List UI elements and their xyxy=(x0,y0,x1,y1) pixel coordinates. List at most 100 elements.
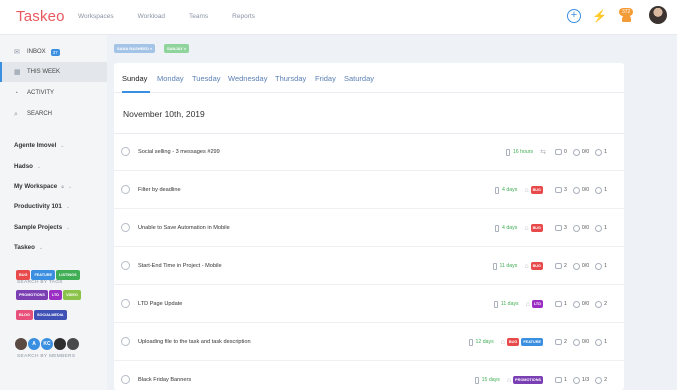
due-label: 16 hours xyxy=(512,149,534,155)
project-agente-imovel[interactable]: Agente Imovel ⌄ xyxy=(14,142,65,149)
task-tag[interactable]: PROMOTIONS xyxy=(513,376,543,384)
subtasks-count[interactable]: 1/3 xyxy=(572,376,589,384)
members-count[interactable]: 1 xyxy=(595,224,607,232)
filter-chip-sanjay[interactable]: SANJAY × xyxy=(164,44,190,53)
comments-count[interactable]: 0 xyxy=(555,149,567,155)
task-title[interactable]: LTD Page Update xyxy=(138,301,182,307)
lightning-icon[interactable]: ⚡ xyxy=(592,9,607,23)
notifications-button[interactable]: 372 xyxy=(619,8,634,23)
task-row[interactable]: Uploading file to the task and task desc… xyxy=(114,324,624,361)
task-checkbox[interactable] xyxy=(121,223,130,232)
nav-workload[interactable]: Workload xyxy=(138,13,165,20)
tab-saturday[interactable]: Saturday xyxy=(344,74,374,83)
task-title[interactable]: Start-End Time in Project - Mobile xyxy=(138,263,222,269)
project-label: Agente Imovel xyxy=(14,142,57,149)
tab-wednesday[interactable]: Wednesday xyxy=(228,74,267,83)
tag-filter-bug[interactable]: BUG xyxy=(16,270,31,280)
sidebar-item-inbox[interactable]: ✉ INBOX 37 xyxy=(0,42,107,62)
tab-thursday[interactable]: Thursday xyxy=(275,74,306,83)
member-avatar[interactable] xyxy=(67,338,79,350)
task-tag[interactable]: LTD xyxy=(531,300,543,308)
subtasks-count[interactable]: 0/0 xyxy=(572,224,589,232)
project-label: Hadso xyxy=(14,163,33,170)
task-tag[interactable]: BUG xyxy=(530,224,543,232)
task-title[interactable]: Uploading file to the task and task desc… xyxy=(138,339,251,345)
tag-filter-promotions[interactable]: PROMOTIONS xyxy=(16,290,48,300)
tag-filter-listings[interactable]: LISTINGS xyxy=(56,270,80,280)
comments-count[interactable]: 2 xyxy=(555,263,567,269)
task-tag[interactable]: BUG xyxy=(530,262,543,270)
subtasks-count[interactable]: 0/0 xyxy=(572,148,589,156)
task-title[interactable]: Social selling - 3 messages #299 xyxy=(138,149,220,155)
members-count[interactable]: 1 xyxy=(595,148,607,156)
user-avatar[interactable] xyxy=(649,6,667,24)
task-row[interactable]: Unable to Save Automation in Mobile 4 day… xyxy=(114,210,624,247)
subtasks-count[interactable]: 0/0 xyxy=(572,338,589,346)
subtasks-count[interactable]: 0/0 xyxy=(572,300,589,308)
task-tag[interactable]: BUG xyxy=(506,338,520,346)
task-checkbox[interactable] xyxy=(121,375,130,384)
link-icon[interactable]: ⇆ xyxy=(540,148,546,156)
project-my-workspace[interactable]: My Workspace 🔒︎ ⌄ xyxy=(14,183,72,190)
tab-sunday[interactable]: Sunday xyxy=(122,74,147,83)
tag-filter-ltd[interactable]: LTD xyxy=(48,290,63,300)
task-row[interactable]: LTD Page Update 11 days ⌂ LTD 1 0/0 2 xyxy=(114,286,624,323)
tab-tuesday[interactable]: Tuesday xyxy=(192,74,221,83)
task-row[interactable]: Start-End Time in Project - Mobile 11 day… xyxy=(114,248,624,285)
task-checkbox[interactable] xyxy=(121,147,130,156)
sidebar-item-activity[interactable]: ◔ ACTIVITY xyxy=(0,83,107,103)
sidebar-item-this-week[interactable]: ▦ THIS WEEK xyxy=(0,62,107,82)
add-icon[interactable]: + xyxy=(567,9,581,23)
comments-count[interactable]: 1 xyxy=(555,301,567,307)
project-productivity-101[interactable]: Productivity 101 ⌄ xyxy=(14,203,70,210)
user-icon xyxy=(595,262,603,270)
members-count[interactable]: 2 xyxy=(595,376,607,384)
member-avatar[interactable]: A xyxy=(28,338,40,350)
member-avatar[interactable] xyxy=(54,338,66,350)
members-count[interactable]: 2 xyxy=(595,300,607,308)
nav-reports[interactable]: Reports xyxy=(232,13,255,20)
filter-chip-sana-rasheed[interactable]: SANA RASHEED × xyxy=(114,44,156,53)
app-logo[interactable]: Taskeo xyxy=(16,8,65,25)
check-circle-icon xyxy=(572,300,580,308)
task-title[interactable]: Unable to Save Automation in Mobile xyxy=(138,225,230,231)
tag-filter-video[interactable]: VIDEO xyxy=(63,290,81,300)
comments-count[interactable]: 2 xyxy=(555,339,567,345)
members-count[interactable]: 1 xyxy=(595,262,607,270)
project-hadso[interactable]: Hadso ⌄ xyxy=(14,163,41,170)
tab-monday[interactable]: Monday xyxy=(157,74,184,83)
tag-filter-blog[interactable]: BLOG xyxy=(16,310,33,320)
tag-filter-socialmedia[interactable]: SOCIALMEDIA xyxy=(33,310,67,320)
task-title[interactable]: Black Friday Banners xyxy=(138,377,191,383)
task-row[interactable]: Black Friday Banners 15 days ⌂ PROMOTIONS 1 1… xyxy=(114,362,624,390)
task-checkbox[interactable] xyxy=(121,261,130,270)
comments-count[interactable]: 3 xyxy=(555,225,567,231)
task-checkbox[interactable] xyxy=(121,299,130,308)
comments-count[interactable]: 3 xyxy=(555,187,567,193)
members-count[interactable]: 1 xyxy=(595,186,607,194)
task-title[interactable]: Filter by deadline xyxy=(138,187,181,193)
subtasks-count[interactable]: 0/0 xyxy=(572,262,589,270)
date-heading: November 10th, 2019 xyxy=(123,109,205,119)
nav-teams[interactable]: Teams xyxy=(189,13,208,20)
tag-filter-feature[interactable]: FEATURE xyxy=(31,270,56,280)
task-checkbox[interactable] xyxy=(121,185,130,194)
task-row[interactable]: Filter by deadline 4 days ⌂ BUG 3 0/0 1 xyxy=(114,172,624,209)
check-circle-icon xyxy=(572,186,580,194)
sidebar-item-search[interactable]: ⌕ SEARCH xyxy=(0,104,107,124)
subtasks-count[interactable]: 0/0 xyxy=(572,186,589,194)
member-avatar[interactable]: KC xyxy=(41,338,53,350)
comments-label: 3 xyxy=(564,225,567,231)
comments-count[interactable]: 1 xyxy=(555,377,567,383)
nav-workspaces[interactable]: Workspaces xyxy=(78,13,114,20)
task-tag[interactable]: FEATURE xyxy=(521,338,543,346)
tab-friday[interactable]: Friday xyxy=(315,74,336,83)
project-taskeo[interactable]: Taskeo ⌄ xyxy=(14,244,43,251)
project-sample-projects[interactable]: Sample Projects ⌄ xyxy=(14,224,70,231)
member-avatar[interactable] xyxy=(15,338,27,350)
check-circle-icon xyxy=(572,262,580,270)
task-row[interactable]: Social selling - 3 messages #299 16 hours… xyxy=(114,134,624,171)
members-count[interactable]: 1 xyxy=(595,338,607,346)
task-checkbox[interactable] xyxy=(121,337,130,346)
task-tag[interactable]: BUG xyxy=(530,186,543,194)
